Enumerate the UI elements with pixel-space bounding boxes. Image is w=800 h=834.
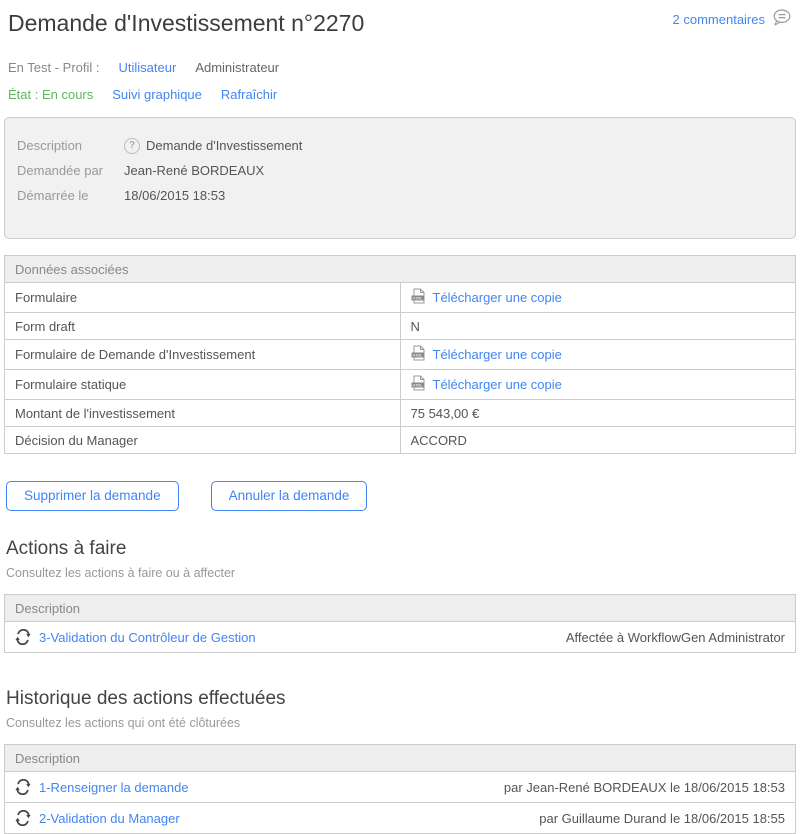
in-progress-sync-icon (15, 779, 31, 795)
action-link[interactable]: 2-Validation du Manager (39, 811, 180, 826)
table-row: 3-Validation du Contrôleur de Gestion Af… (5, 622, 796, 653)
help-icon[interactable]: ? (124, 138, 140, 154)
actions-history-subtitle: Consultez les actions qui ont été clôtur… (0, 716, 800, 730)
svg-text:HTML: HTML (412, 383, 422, 387)
actions-todo-subtitle: Consultez les actions à faire ou à affec… (0, 566, 800, 580)
table-row: 1-Renseigner la demande par Jean-René BO… (5, 772, 796, 803)
download-copy-link[interactable]: Télécharger une copie (433, 377, 562, 392)
download-copy-link[interactable]: Télécharger une copie (433, 290, 562, 305)
comment-bubble-icon[interactable] (772, 9, 792, 29)
requested-by-value: Jean-René BORDEAUX (124, 163, 264, 178)
action-assignment: par Jean-René BORDEAUX le 18/06/2015 18:… (504, 780, 785, 795)
table-row: 2-Validation du Manager par Guillaume Du… (5, 803, 796, 834)
started-value: 18/06/2015 18:53 (124, 188, 225, 203)
row-value: ACCORD (400, 427, 796, 454)
row-label: Formulaire statique (5, 370, 401, 400)
delete-request-button[interactable]: Supprimer la demande (6, 481, 179, 511)
profile-line: En Test - Profil : Utilisateur Administr… (0, 60, 800, 75)
comments-link[interactable]: 2 commentaires (673, 12, 765, 27)
html-file-icon: HTML (411, 345, 426, 364)
status-badge: État : En cours (8, 87, 93, 102)
profile-admin-label[interactable]: Administrateur (195, 60, 279, 75)
table-row: Décision du Manager ACCORD (5, 427, 796, 454)
html-file-icon: HTML (411, 375, 426, 394)
started-label: Démarrée le (17, 188, 124, 203)
cancel-request-button[interactable]: Annuler la demande (211, 481, 368, 511)
description-value: Demande d'Investissement (146, 138, 302, 153)
associated-data-header: Données associées (5, 256, 796, 283)
table-row: Formulaire statique HTML Télécharger une… (5, 370, 796, 400)
actions-history-column-header: Description (5, 745, 796, 772)
associated-data-table: Données associées Formulaire HTML Téléch… (4, 255, 796, 454)
html-file-icon: HTML (411, 288, 426, 307)
action-link[interactable]: 3-Validation du Contrôleur de Gestion (39, 630, 256, 645)
row-label: Formulaire (5, 283, 401, 313)
description-label: Description (17, 138, 124, 153)
row-value: N (400, 313, 796, 340)
row-label: Formulaire de Demande d'Investissement (5, 340, 401, 370)
comments-area: 2 commentaires (673, 9, 792, 29)
action-assignment: Affectée à WorkflowGen Administrator (566, 630, 785, 645)
summary-requested-by-row: Demandée par Jean-René BORDEAUX (17, 158, 783, 183)
row-label: Form draft (5, 313, 401, 340)
summary-started-row: Démarrée le 18/06/2015 18:53 (17, 183, 783, 208)
action-link[interactable]: 1-Renseigner la demande (39, 780, 189, 795)
in-progress-sync-icon (15, 629, 31, 645)
table-row: Montant de l'investissement 75 543,00 € (5, 400, 796, 427)
svg-text:HTML: HTML (412, 353, 422, 357)
action-assignment: par Guillaume Durand le 18/06/2015 18:55 (539, 811, 785, 826)
actions-history-title: Historique des actions effectuées (0, 688, 800, 710)
in-progress-sync-icon (15, 810, 31, 826)
table-row: Form draft N (5, 313, 796, 340)
summary-description-row: Description ? Demande d'Investissement (17, 133, 783, 158)
row-label: Montant de l'investissement (5, 400, 401, 427)
status-line: État : En cours Suivi graphique Rafraîch… (0, 87, 800, 102)
actions-todo-column-header: Description (5, 595, 796, 622)
actions-history-table: Description 1-Renseigner la demande pa (4, 744, 796, 834)
profile-user-link[interactable]: Utilisateur (119, 60, 177, 75)
refresh-link[interactable]: Rafraîchir (221, 87, 277, 102)
request-actions: Supprimer la demande Annuler la demande (6, 481, 800, 511)
requested-by-label: Demandée par (17, 163, 124, 178)
actions-todo-title: Actions à faire (0, 538, 800, 560)
download-copy-link[interactable]: Télécharger une copie (433, 347, 562, 362)
test-profile-label: En Test - Profil : (8, 60, 100, 75)
row-label: Décision du Manager (5, 427, 401, 454)
actions-todo-table: Description 3-Validation du Contrôleur d… (4, 594, 796, 653)
table-row: Formulaire HTML Télécharger une copie (5, 283, 796, 313)
row-value: 75 543,00 € (400, 400, 796, 427)
graphic-follow-link[interactable]: Suivi graphique (112, 87, 202, 102)
svg-text:HTML: HTML (412, 296, 422, 300)
request-summary-panel: Description ? Demande d'Investissement D… (4, 117, 796, 239)
table-row: Formulaire de Demande d'Investissement H… (5, 340, 796, 370)
